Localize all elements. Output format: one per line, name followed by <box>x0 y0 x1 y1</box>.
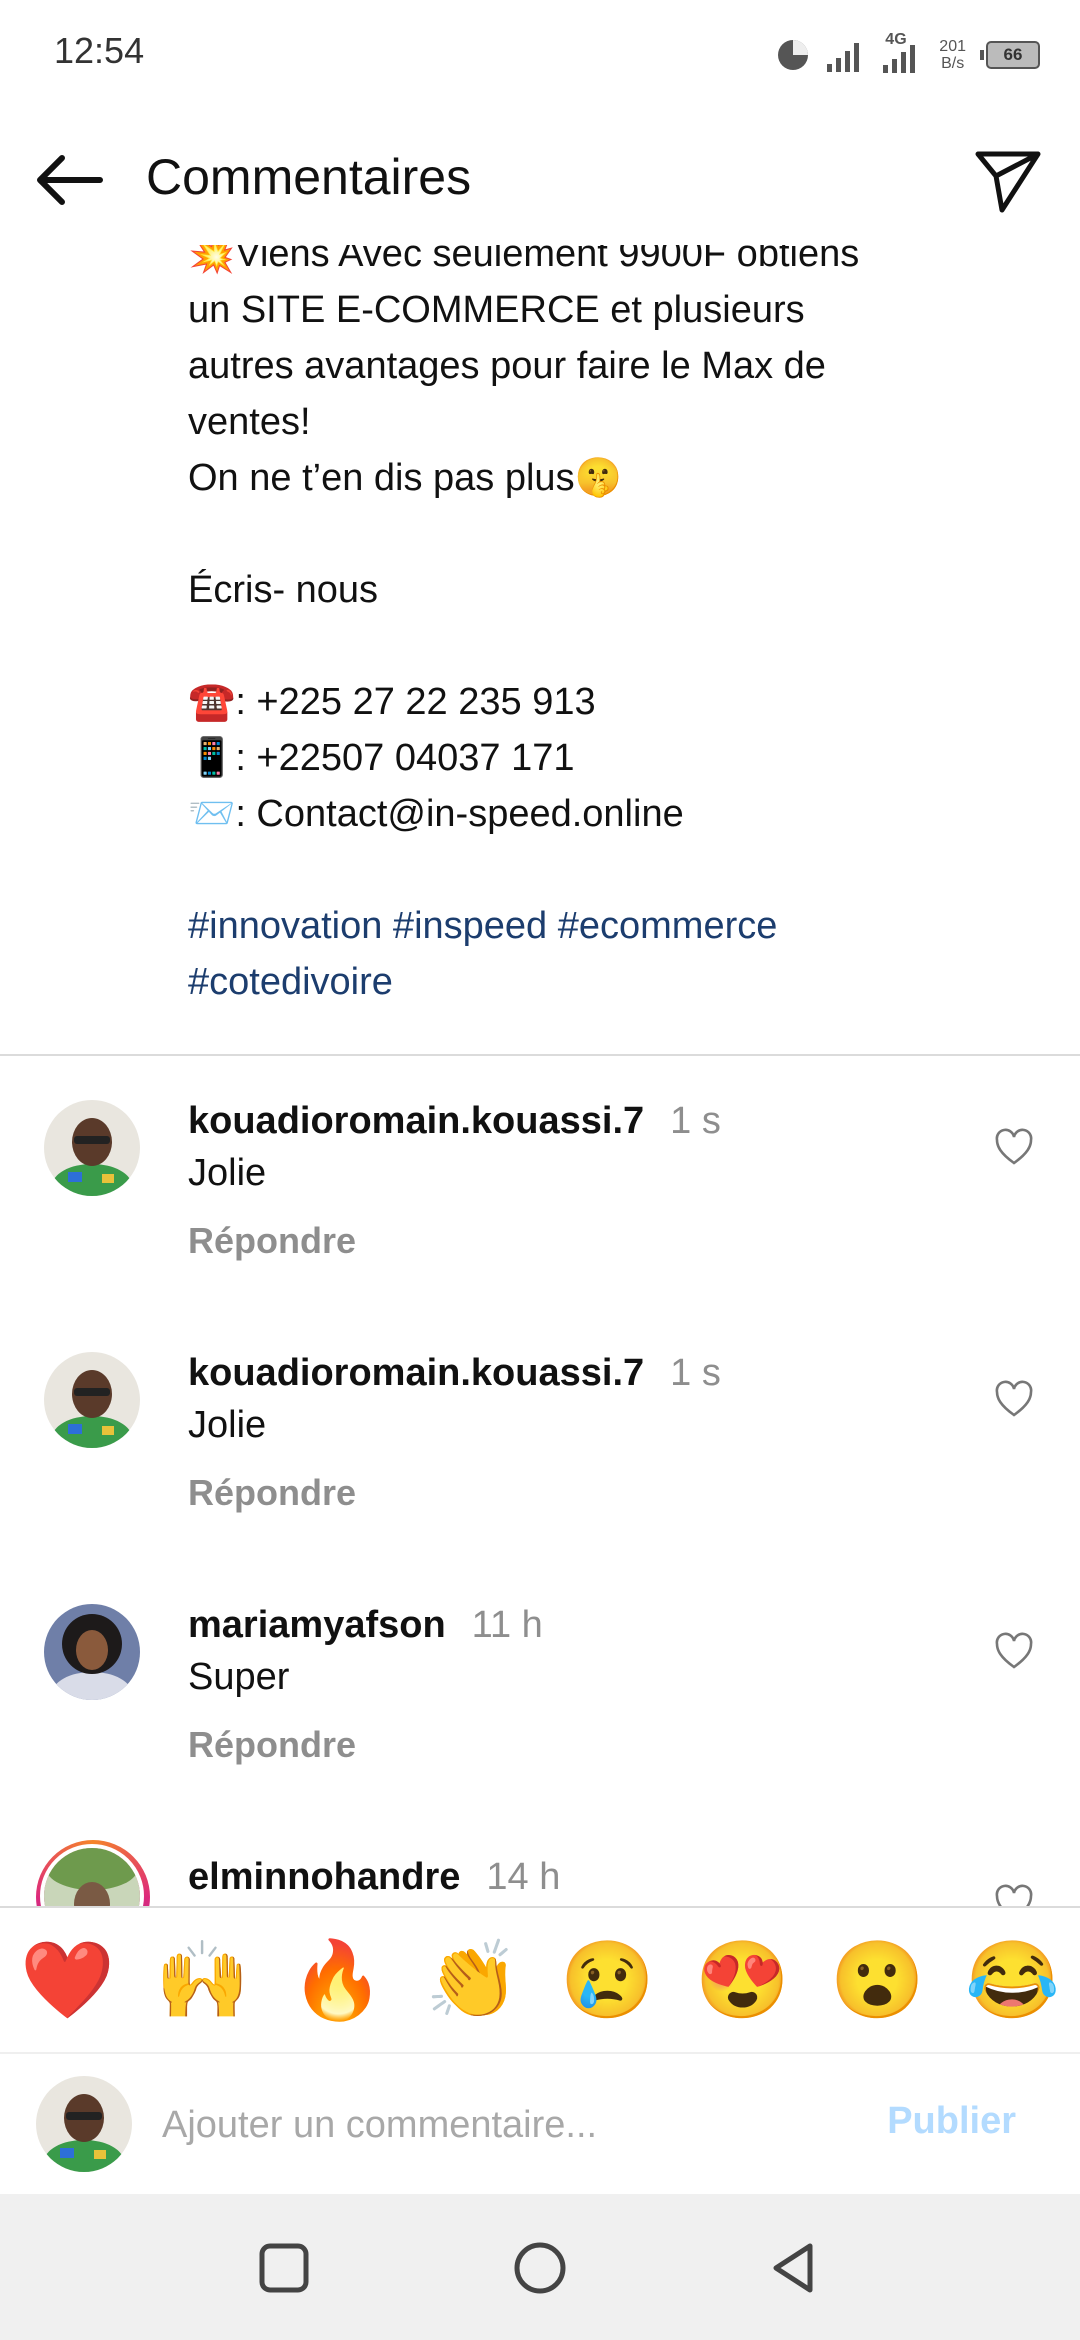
network-speed: 201 B/s <box>939 38 966 72</box>
caption-line: 📱: +22507 04037 171 <box>188 737 575 779</box>
home-icon <box>514 2242 566 2294</box>
data-saver-icon <box>778 40 809 70</box>
caption-line: ☎️: +225 27 22 235 913 <box>188 681 596 723</box>
back-arrow-icon <box>37 155 103 205</box>
status-bar: 12:54 4G 201 B/s 66 <box>0 0 1080 110</box>
comment-text: Super <box>188 1656 290 1698</box>
caption-line: un SITE E-COMMERCE et plusieurs <box>188 289 805 331</box>
reaction-tears-of-joy[interactable]: 😂 <box>958 1935 1068 2025</box>
publish-button[interactable]: Publier <box>887 2100 1016 2143</box>
reaction-red-heart[interactable]: ❤️ <box>13 1935 123 2025</box>
comment-time: 1 s <box>670 1352 721 1394</box>
heart-icon <box>995 1632 1033 1669</box>
caption-line <box>188 618 1008 674</box>
like-button[interactable] <box>994 1380 1034 1420</box>
caption-divider <box>0 1054 1080 1056</box>
recents-button[interactable] <box>256 2240 312 2296</box>
comment-username[interactable]: kouadioromain.kouassi.7 1 s <box>188 1100 721 1143</box>
comment-input[interactable] <box>160 2094 804 2156</box>
comment-text: Jolie <box>188 1152 267 1194</box>
comment-item: mariamyafson 11 h Super Répondre <box>0 1604 1080 1856</box>
comment-username[interactable]: mariamyafson 11 h <box>188 1604 543 1647</box>
signal-4g-icon: 4G <box>879 31 925 75</box>
caption-line: Écris- nous <box>188 569 379 611</box>
system-nav-bar <box>0 2194 1080 2340</box>
avatar[interactable] <box>44 1604 140 1700</box>
back-triangle-icon <box>773 2243 813 2293</box>
hashtag-link[interactable]: #innovation #inspeed #ecommerce <box>188 898 1008 954</box>
comment-time: 14 h <box>486 1856 561 1898</box>
comment-item: kouadioromain.kouassi.7 1 s Jolie Répondr… <box>0 1100 1080 1352</box>
home-button[interactable] <box>512 2240 568 2296</box>
battery-icon: 66 <box>980 41 1040 69</box>
caption-line: 📨: Contact@in-speed.online <box>188 793 684 835</box>
send-icon <box>975 151 1041 213</box>
reply-button[interactable]: Répondre <box>188 1472 356 1514</box>
reaction-surprised-face[interactable]: 😮 <box>823 1935 933 2025</box>
caption-line: autres avantages pour faire le Max de <box>188 345 826 387</box>
back-button[interactable] <box>30 150 110 210</box>
comment-text: Jolie <box>188 1404 267 1446</box>
like-button[interactable] <box>994 1632 1034 1672</box>
heart-icon <box>995 1128 1033 1165</box>
reply-button[interactable]: Répondre <box>188 1220 356 1262</box>
heart-icon <box>995 1380 1033 1417</box>
comment-item: kouadioromain.kouassi.7 1 s Jolie Répondr… <box>0 1352 1080 1604</box>
comment-composer: Publier <box>0 2052 1080 2194</box>
app-bar: Commentaires <box>0 110 1080 245</box>
post-caption: 💥Viens Avec seulement 9900F obtiens un S… <box>188 226 1008 1010</box>
reaction-raising-hands[interactable]: 🙌 <box>148 1935 258 2025</box>
status-time: 12:54 <box>54 30 145 71</box>
comment-username[interactable]: kouadioromain.kouassi.7 1 s <box>188 1352 721 1395</box>
like-button[interactable] <box>994 1128 1034 1168</box>
caption-line <box>188 506 1008 562</box>
avatar <box>36 2076 132 2172</box>
comment-time: 11 h <box>471 1604 543 1646</box>
battery-level: 66 <box>1003 45 1023 64</box>
status-icons: 4G 201 B/s 66 <box>775 30 1040 80</box>
reaction-crying-face[interactable]: 😢 <box>553 1935 663 2025</box>
caption-line: On ne t’en dis pas plus🤫 <box>188 457 622 499</box>
reaction-clapping-hands[interactable]: 👏 <box>418 1935 528 2025</box>
page-title: Commentaires <box>146 149 472 205</box>
quick-reactions-bar: ❤️ 🙌 🔥 👏 😢 😍 😮 😂 <box>0 1906 1080 2054</box>
avatar[interactable] <box>44 1352 140 1448</box>
caption-line: ventes! <box>188 401 311 443</box>
share-button[interactable] <box>972 144 1044 216</box>
signal-icon <box>827 43 860 72</box>
caption-line <box>188 842 1008 898</box>
reaction-fire[interactable]: 🔥 <box>283 1935 393 2025</box>
reaction-heart-eyes[interactable]: 😍 <box>688 1935 798 2025</box>
recents-icon <box>259 2243 309 2293</box>
comment-username[interactable]: elminnohandre 14 h <box>188 1856 560 1899</box>
avatar[interactable] <box>44 1100 140 1196</box>
reply-button[interactable]: Répondre <box>188 1724 356 1766</box>
comment-time: 1 s <box>670 1100 721 1142</box>
hashtag-link[interactable]: #cotedivoire <box>188 954 1008 1010</box>
back-nav-button[interactable] <box>766 2240 822 2296</box>
